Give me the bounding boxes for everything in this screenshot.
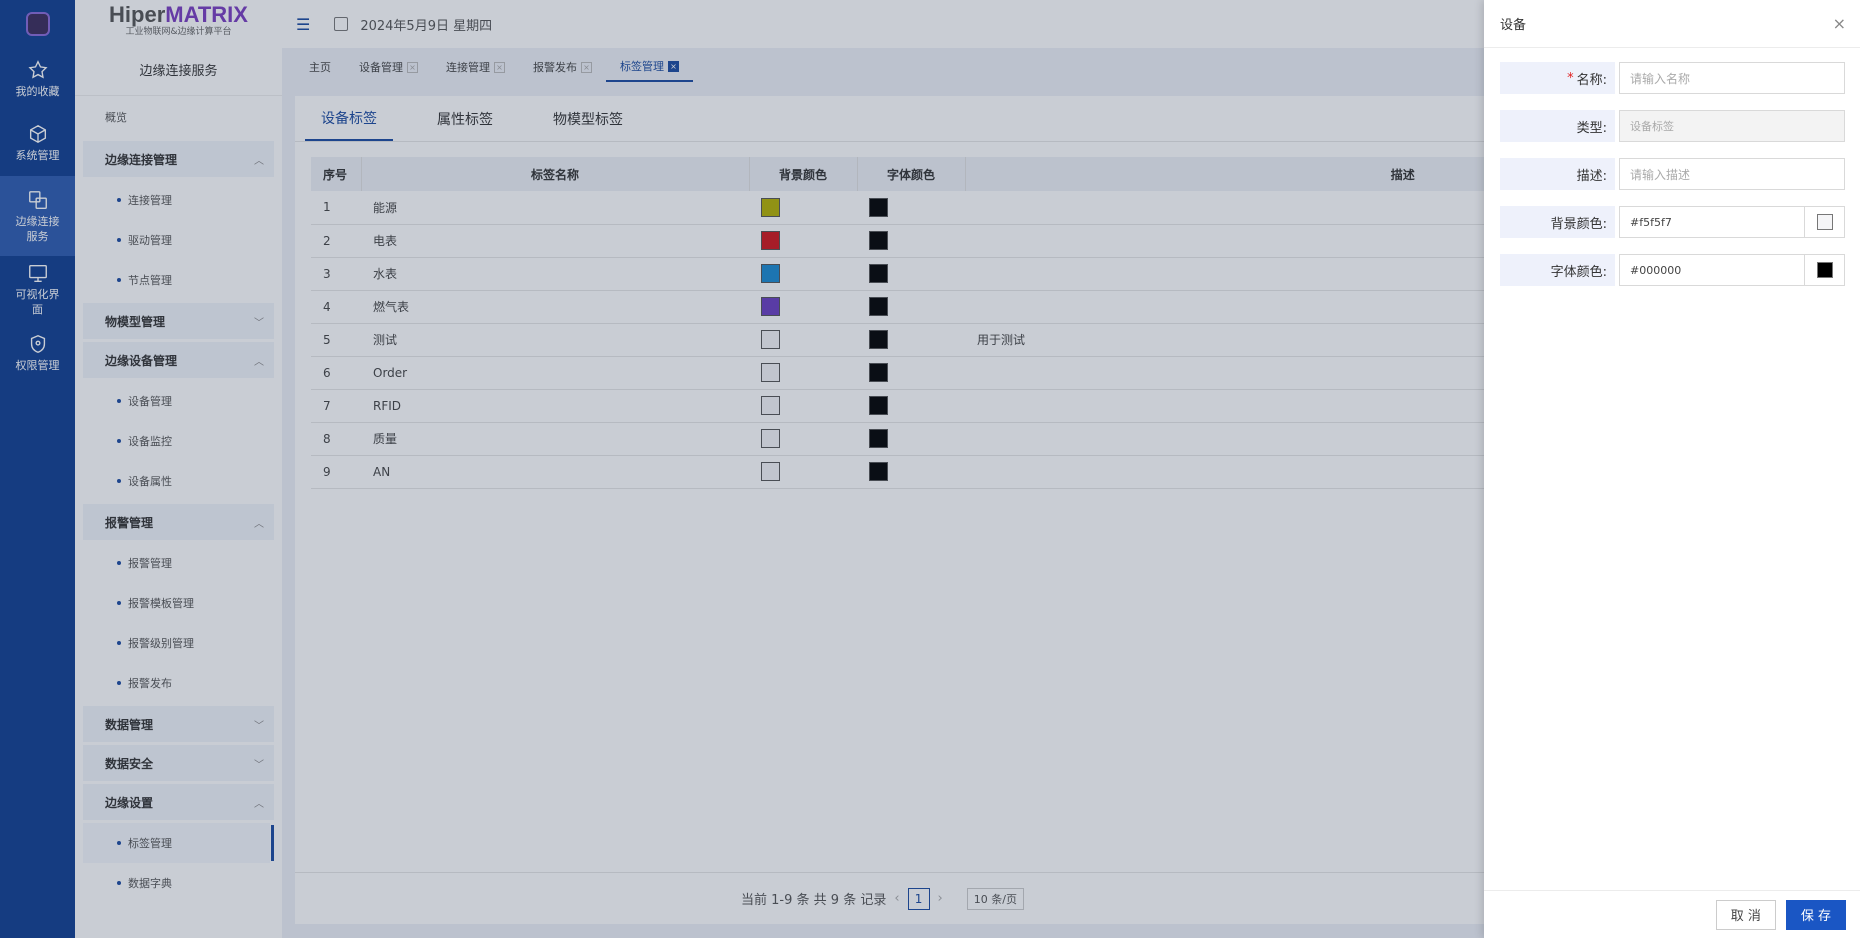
cancel-button[interactable]: 取 消 (1715, 899, 1776, 930)
drawer-title: 设备 (1500, 18, 1527, 33)
field-fg-color: 字体颜色: #000000 (1500, 254, 1845, 286)
bg-color-input[interactable]: #f5f5f7 (1619, 206, 1845, 238)
field-desc: 描述: 请输入描述 (1500, 158, 1845, 190)
drawer-footer: 取 消 保 存 (1484, 890, 1860, 938)
field-type: 类型: 设备标签 (1500, 110, 1845, 142)
fg-color-picker[interactable] (1804, 255, 1844, 285)
fg-color-input[interactable]: #000000 (1619, 254, 1845, 286)
type-input: 设备标签 (1619, 110, 1845, 142)
field-bg-color: 背景颜色: #f5f5f7 (1500, 206, 1845, 238)
close-icon[interactable]: × (1833, 14, 1846, 33)
name-input[interactable]: 请输入名称 (1619, 62, 1845, 94)
edit-drawer: 设备 × * 名称: 请输入名称 类型: 设备标签 描述: 请输入描述 背景颜色:… (1484, 0, 1860, 938)
drawer-header: 设备 × (1484, 0, 1860, 48)
bg-color-picker[interactable] (1804, 207, 1844, 237)
color-swatch (1816, 214, 1833, 230)
color-swatch (1816, 262, 1833, 278)
desc-input[interactable]: 请输入描述 (1619, 158, 1845, 190)
field-name: * 名称: 请输入名称 (1500, 62, 1845, 94)
save-button[interactable]: 保 存 (1785, 899, 1846, 930)
